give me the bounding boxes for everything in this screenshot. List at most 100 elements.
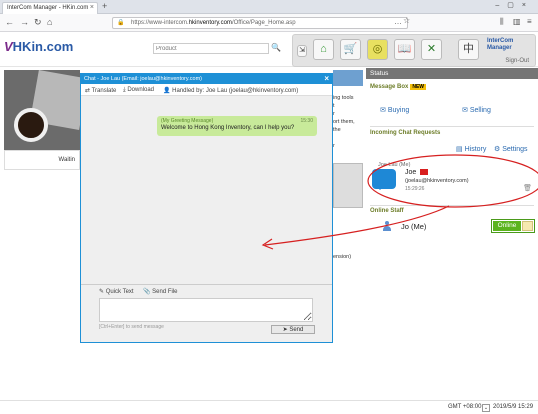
page-fragment-text: t — [333, 103, 335, 109]
translate-icon: ⇄ — [85, 88, 91, 94]
greeting-label: (My Greeting Message) — [161, 118, 214, 124]
send-button[interactable]: ➤ Send — [271, 325, 315, 334]
window-controls[interactable]: –▢× — [495, 1, 534, 9]
user-icon: 👤 — [163, 88, 171, 94]
tab-title: InterCom Manager - HKin.com — [7, 5, 89, 11]
cart-icon[interactable]: 🛒 — [340, 39, 361, 60]
chat-window: Chat - Joe Lau (Email: joelau@hkinventor… — [80, 73, 333, 343]
request-name: Joe — [405, 169, 417, 176]
browser-nav-bar: ← → ↻ ⌂ 🔒 https://www-intercom.hkinvento… — [0, 14, 538, 32]
page-fragment-text: r — [333, 111, 335, 117]
trash-icon[interactable]: 🗑 — [523, 184, 532, 192]
mail-icon: ✉ — [462, 107, 468, 114]
input-hint: [Ctrl+Enter] to send message — [99, 324, 164, 330]
download-button[interactable]: ⤓ Download — [123, 87, 154, 94]
timezone: GMT +08:00 — [448, 404, 482, 410]
handled-by: 👤 Handled by: Joe Lau (joelau@hkinventor… — [163, 88, 299, 94]
chat-title: Chat - Joe Lau (Email: joelau@hkinventor… — [84, 76, 202, 82]
status-header: Status — [366, 68, 538, 79]
buying-link[interactable]: ✉ Buying — [380, 106, 409, 114]
history-link[interactable]: ▤ History — [456, 145, 486, 153]
message-box-title: Message Box NEW — [370, 84, 427, 90]
message-input[interactable] — [99, 298, 313, 322]
lock-icon: 🔒 — [117, 20, 125, 26]
browser-tab[interactable]: InterCom Manager - HKin.com × — [2, 2, 98, 14]
translate-button[interactable]: ⇄ Translate — [85, 87, 116, 94]
message-bubble: (My Greeting Message) 15:30 Welcome to H… — [157, 116, 317, 136]
intercom-manager-logo: InterCom Manager — [487, 38, 514, 51]
url-path: /Office/Page_Home.asp — [231, 20, 296, 26]
chat-toolbar: ⇄ Translate ⤓ Download 👤 Handled by: Joe… — [81, 84, 332, 96]
send-file-button[interactable]: 📎 Send File — [143, 288, 178, 295]
expand-icon[interactable]: ⇲ — [297, 45, 307, 57]
hk-flag-icon — [420, 169, 428, 175]
page-fragment-text: ing tools — [333, 95, 354, 101]
quick-text-icon: ✎ — [99, 289, 105, 295]
hkin-logo[interactable]: VHKin.com — [4, 39, 73, 54]
request-time: 15:29:26 — [405, 186, 425, 192]
history-icon: ▤ — [456, 146, 463, 153]
quick-text-button[interactable]: ✎ Quick Text — [99, 288, 134, 295]
page-fragment-text: the — [333, 127, 341, 133]
message-time: 15:30 — [300, 118, 313, 124]
chat-request-card[interactable]: Joe Lau (Me) Joe (joelau@hkinventory.com… — [372, 162, 532, 198]
request-user: Joe Lau (Me) — [378, 162, 411, 168]
book-icon[interactable]: 📖 — [394, 39, 415, 60]
staff-row: Jo (Me) Online — [370, 218, 535, 235]
chat-input-area: ✎ Quick Text 📎 Send File [Ctrl+Enter] to… — [81, 284, 332, 342]
hero-caption: Waitin — [4, 150, 80, 170]
chat-bubble-icon — [372, 169, 396, 190]
chat-title-bar[interactable]: Chat - Joe Lau (Email: joelau@hkinventor… — [81, 74, 332, 84]
sidebar-icon[interactable]: ▥ — [513, 17, 521, 26]
selling-link[interactable]: ✉ Selling — [462, 106, 491, 114]
download-icon: ⤓ — [123, 87, 126, 93]
incoming-requests-title: Incoming Chat Requests — [370, 130, 441, 136]
mail-icon: ✉ — [380, 107, 386, 114]
product-search-input[interactable] — [153, 43, 269, 54]
status-panel: Status Message Box NEW ✉ Buying ✉ Selling… — [366, 68, 538, 273]
search-icon[interactable]: 🔍 — [271, 43, 281, 52]
taskbar-toggle-icon[interactable]: ⌄ — [482, 404, 490, 412]
user-icon — [382, 221, 392, 231]
chinese-char-icon[interactable]: 中 — [458, 39, 479, 60]
intercom-toolbar: ⇲ ⌂ 🛒 ◎ 📖 ✕ 中 InterCom Manager Sign-Out — [292, 34, 536, 67]
request-email: (joelau@hkinventory.com) — [405, 178, 469, 184]
page-fragment-text: ort them, — [333, 119, 355, 125]
online-toggle[interactable]: Online — [491, 219, 535, 233]
tab-close-icon[interactable]: × — [90, 4, 94, 11]
back-icon[interactable]: ← — [5, 17, 14, 27]
staff-name: Jo (Me) — [401, 222, 427, 231]
bookmark-star-icon[interactable]: ☆ — [403, 16, 410, 25]
address-bar[interactable]: 🔒 https://www-intercom.hkinventory.com/O… — [112, 17, 408, 29]
browser-tab-bar: InterCom Manager - HKin.com × + –▢× — [0, 0, 538, 14]
toggle-knob — [522, 221, 533, 231]
url-prefix: https://www-intercom. — [131, 20, 189, 26]
sign-out-link[interactable]: Sign-Out — [505, 58, 529, 64]
page-fragment-text: ension) — [333, 254, 352, 260]
page-fragment-text: r — [333, 143, 335, 149]
divider — [370, 126, 534, 127]
page-fragment-banner — [333, 70, 363, 86]
coins-icon[interactable]: ◎ — [367, 39, 388, 60]
reload-icon[interactable]: ↻ — [34, 17, 42, 28]
library-icon[interactable]: ⫼ — [500, 17, 504, 27]
new-badge: NEW — [410, 84, 427, 90]
message-text: Welcome to Hong Kong Inventory, can I he… — [161, 125, 295, 131]
datetime: 2019/5/9 15:29 — [493, 404, 534, 410]
send-icon: ➤ — [282, 327, 288, 333]
url-domain: hkinventory.com — [188, 20, 232, 26]
attach-icon: 📎 — [143, 289, 151, 295]
tools-icon[interactable]: ✕ — [421, 39, 442, 60]
divider — [370, 205, 534, 206]
menu-icon[interactable]: ≡ — [527, 17, 532, 26]
close-icon[interactable]: × — [324, 74, 329, 83]
forward-icon[interactable]: → — [20, 17, 29, 27]
gear-icon: ⚙ — [494, 146, 501, 153]
settings-link[interactable]: ⚙ Settings — [494, 145, 528, 153]
message-area[interactable]: (My Greeting Message) 15:30 Welcome to H… — [81, 96, 332, 284]
new-tab-icon[interactable]: + — [102, 1, 107, 11]
page-fragment-image — [333, 163, 363, 208]
home-nav-icon[interactable]: ⌂ — [47, 17, 52, 27]
page-actions-icon[interactable]: … — [394, 17, 402, 26]
home-icon[interactable]: ⌂ — [313, 39, 334, 60]
